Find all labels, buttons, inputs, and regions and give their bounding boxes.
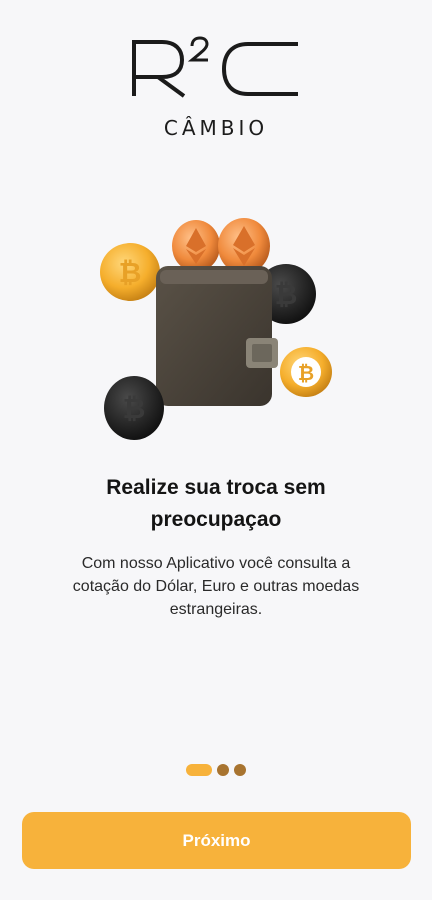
next-button[interactable]: Próximo (22, 812, 411, 869)
wallet-with-crypto-coins-icon: ₿ ₿ ₿ ₿ (100, 218, 332, 440)
description-line-2: cotação do Dólar, Euro e outras moedas (72, 578, 360, 595)
svg-text:₿: ₿ (275, 278, 298, 311)
page-dot-1-active[interactable] (186, 764, 212, 776)
headline-line-2: preocupaçao (150, 508, 282, 531)
onboarding-screen: CÂMBIO ₿ ₿ ₿ ₿ Realize sua troca sem pre… (0, 0, 432, 900)
description-line-1: Com nosso Aplicativo você consulta a (81, 555, 351, 572)
description-line-3: estrangeiras. (169, 601, 263, 618)
onboarding-headline: Realize sua troca sem preocupaçao (30, 472, 402, 536)
headline-line-1: Realize sua troca sem (106, 476, 326, 499)
page-indicator (0, 764, 432, 776)
brand-subtitle: CÂMBIO (163, 116, 269, 140)
page-dot-2[interactable] (217, 764, 229, 776)
brand-logo: CÂMBIO (0, 36, 432, 146)
r2c-logo-mark (132, 36, 298, 98)
onboarding-description: Com nosso Aplicativo você consulta a cot… (34, 552, 398, 621)
page-dot-3[interactable] (234, 764, 246, 776)
svg-text:₿: ₿ (123, 392, 146, 425)
wallet-illustration: ₿ ₿ ₿ ₿ (96, 210, 336, 450)
svg-text:₿: ₿ (298, 361, 314, 385)
svg-text:₿: ₿ (119, 256, 142, 289)
